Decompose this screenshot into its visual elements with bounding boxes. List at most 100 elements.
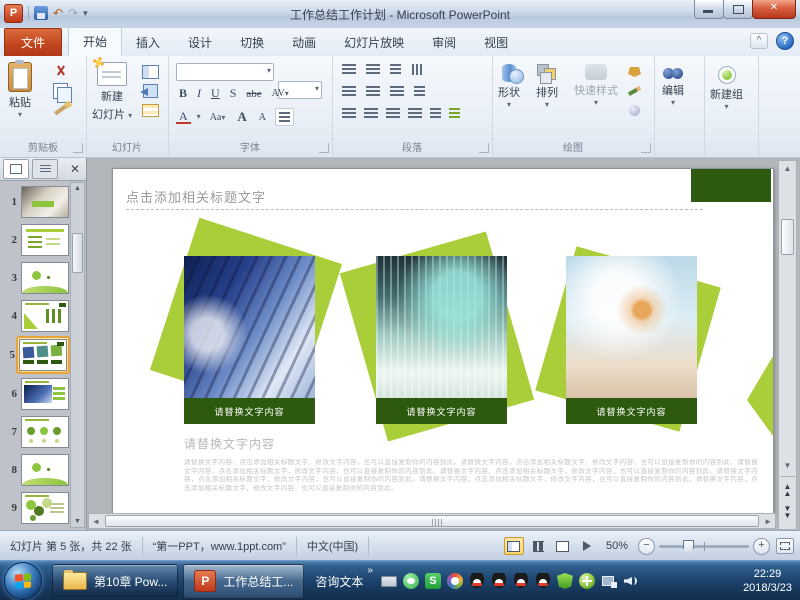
arrange-button[interactable]: 排列 ▾	[536, 64, 558, 108]
scroll-up-icon[interactable]: ▲	[779, 164, 796, 173]
grow-font-button[interactable]: A	[234, 109, 249, 125]
slide-thumbnail-9[interactable]: 9	[0, 492, 70, 524]
clear-formatting-button[interactable]	[275, 108, 294, 126]
tab-review[interactable]: 审阅	[418, 29, 470, 56]
slide-thumbnail-4[interactable]: 4	[0, 300, 70, 332]
scroll-down-icon[interactable]: ▼	[779, 461, 796, 470]
slide-thumbnail-6[interactable]: 6	[0, 378, 70, 410]
input-method-icon[interactable]	[381, 573, 397, 589]
slideshow-view-button[interactable]	[578, 538, 596, 554]
convert-smartart-icon[interactable]	[449, 108, 460, 119]
restore-button[interactable]	[723, 0, 753, 19]
shape-outline-button[interactable]	[626, 83, 643, 99]
reading-view-button[interactable]	[554, 538, 572, 554]
vertical-scrollbar-thumb[interactable]	[781, 219, 794, 255]
text-direction-icon[interactable]	[411, 64, 422, 75]
italic-button[interactable]: I	[194, 86, 204, 101]
slide-thumbnail-2[interactable]: 2	[0, 224, 70, 256]
change-case-button[interactable]: Aa▾	[207, 112, 229, 123]
qq-icon-4[interactable]	[535, 573, 551, 589]
normal-view-button[interactable]	[504, 537, 524, 555]
save-icon[interactable]	[34, 6, 48, 20]
dialog-launcher-paragraph[interactable]	[479, 143, 489, 153]
dialog-launcher-font[interactable]	[319, 143, 329, 153]
start-button[interactable]	[4, 562, 42, 600]
quick-styles-button[interactable]: 快速样式 ▾	[574, 64, 618, 106]
taskbar-item-folder[interactable]: 第10章 Pow...	[52, 564, 178, 598]
bullets-icon[interactable]	[342, 64, 356, 75]
shape-effects-button[interactable]	[626, 102, 643, 118]
minimize-button[interactable]	[694, 0, 724, 19]
fit-to-window-button[interactable]	[776, 538, 794, 554]
body-heading-placeholder[interactable]: 请替换文字内容	[184, 435, 275, 452]
tab-view[interactable]: 视图	[470, 29, 522, 56]
justify-icon[interactable]	[408, 108, 422, 119]
tab-file[interactable]: 文件	[4, 28, 62, 56]
volume-icon[interactable]	[623, 573, 639, 589]
tab-animations[interactable]: 动画	[278, 29, 330, 56]
thumbnail-image[interactable]	[21, 300, 69, 332]
sogou-icon[interactable]: S	[425, 573, 441, 589]
scroll-up-icon[interactable]: ▲	[71, 185, 84, 192]
slide-thumbnail-3[interactable]: 3	[0, 262, 70, 294]
undo-icon[interactable]: ↶	[53, 5, 63, 21]
previous-slide-button[interactable]: ▲▲	[779, 483, 796, 497]
collapse-ribbon-icon[interactable]: ^	[750, 33, 768, 49]
panel-scrollbar-thumb[interactable]	[72, 233, 83, 273]
thumbnail-image[interactable]	[21, 416, 69, 448]
layout-button[interactable]	[142, 64, 159, 80]
zoom-out-button[interactable]: −	[638, 538, 655, 555]
qq-icon-3[interactable]	[513, 573, 529, 589]
increase-indent-icon[interactable]	[366, 86, 380, 97]
close-panel-icon[interactable]: ✕	[70, 162, 80, 176]
slide-thumbnail-8[interactable]: 8	[0, 454, 70, 486]
image-caption-2[interactable]: 请替换文字内容	[376, 398, 507, 424]
slide-number-status[interactable]: 幻灯片 第 5 张，共 22 张	[0, 537, 143, 555]
taskbar-item-powerpoint[interactable]: P 工作总结工...	[183, 564, 304, 598]
shrink-font-button[interactable]: A	[256, 112, 269, 123]
tab-design[interactable]: 设计	[174, 29, 226, 56]
slide-image-2[interactable]	[376, 256, 507, 398]
columns-icon[interactable]	[390, 86, 404, 97]
tab-home[interactable]: 开始	[68, 27, 122, 56]
network-icon[interactable]	[601, 573, 617, 589]
wechat-icon[interactable]	[403, 573, 419, 589]
slide-image-3[interactable]	[566, 256, 697, 398]
slide-image-1[interactable]	[184, 256, 315, 398]
vertical-scrollbar[interactable]: ▲ ▼ ▲▲ ▼▼	[778, 160, 797, 530]
character-spacing-button[interactable]: AV▾	[269, 88, 292, 99]
zoom-in-button[interactable]: +	[753, 538, 770, 555]
zoom-slider-handle[interactable]	[683, 540, 694, 555]
theme-name-status[interactable]: “第一PPT，www.1ppt.com”	[143, 537, 297, 555]
slide-sorter-view-button[interactable]	[530, 538, 548, 554]
text-shadow-button[interactable]: S	[227, 86, 240, 101]
antivirus-shield-icon[interactable]	[557, 573, 573, 589]
new-group-button[interactable]: 新建组 ▾	[710, 66, 743, 110]
distribute-icon[interactable]	[430, 108, 441, 119]
copy-button[interactable]	[52, 83, 69, 99]
powerpoint-app-icon[interactable]: P	[4, 4, 23, 23]
format-painter-button[interactable]	[52, 102, 69, 118]
language-status[interactable]: 中文(中国)	[297, 537, 369, 555]
slide-thumbnail-7[interactable]: 7	[0, 416, 70, 448]
strikethrough-button[interactable]: abe	[243, 88, 264, 100]
cut-button[interactable]	[52, 64, 69, 80]
scroll-left-icon[interactable]: ◄	[92, 517, 100, 526]
thumbnail-image[interactable]	[21, 492, 69, 524]
shape-fill-button[interactable]	[626, 64, 643, 80]
slide-editing-area[interactable]: 点击添加相关标题文字 请替换文字内容 请替换文字内容 请替换文字内容 请替换文字…	[112, 168, 774, 517]
numbering-icon[interactable]	[366, 64, 380, 75]
thumbnail-image[interactable]	[21, 224, 69, 256]
qq-icon-1[interactable]	[469, 573, 485, 589]
qq-icon-2[interactable]	[491, 573, 507, 589]
new-slide-button[interactable]: 新建 幻灯片 ▾	[92, 62, 132, 122]
paste-button[interactable]: 粘贴 ▾	[8, 62, 32, 118]
dialog-launcher-clipboard[interactable]	[73, 143, 83, 153]
align-center-icon[interactable]	[364, 108, 378, 119]
editing-button[interactable]: 编辑 ▾	[662, 66, 684, 106]
scroll-down-icon[interactable]: ▼	[71, 518, 84, 525]
slide-thumbnail-5-selected[interactable]: 5	[0, 336, 70, 374]
overflow-chevron-icon[interactable]: »	[367, 565, 373, 576]
thumbnail-image[interactable]	[21, 186, 69, 218]
font-color-button[interactable]: A	[176, 110, 191, 124]
